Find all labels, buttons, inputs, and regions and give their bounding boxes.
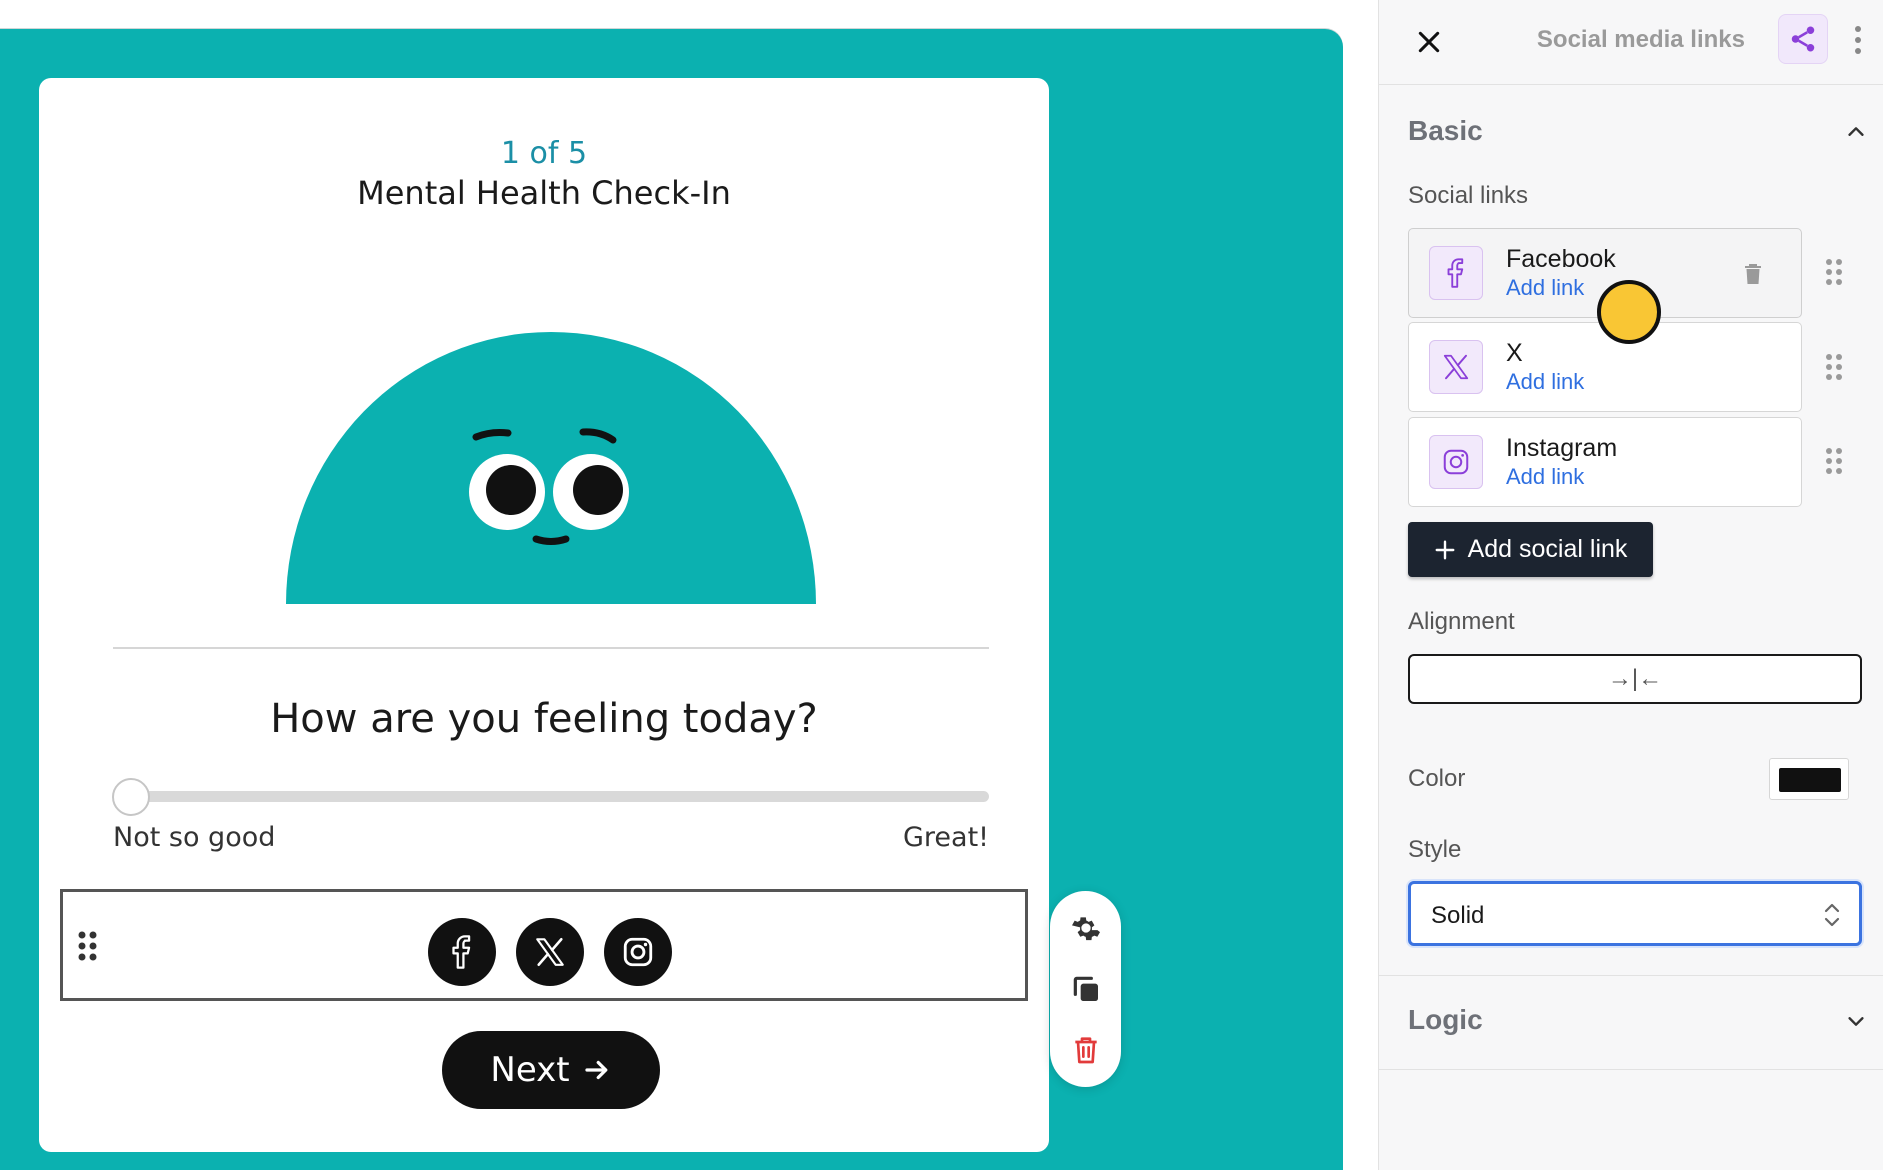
trash-icon[interactable] bbox=[1741, 261, 1765, 287]
copy-icon[interactable] bbox=[1050, 964, 1121, 1014]
style-select[interactable]: Solid bbox=[1408, 881, 1862, 946]
block-toolbar bbox=[1050, 891, 1121, 1087]
section-divider bbox=[1379, 1069, 1883, 1070]
settings-panel: Social media links Basic Social links Fa… bbox=[1378, 0, 1883, 1170]
slider-min-label: Not so good bbox=[113, 822, 276, 853]
add-link-button[interactable]: Add link bbox=[1506, 369, 1584, 395]
close-icon bbox=[1418, 31, 1440, 53]
style-label: Style bbox=[1408, 836, 1462, 863]
question-text: How are you feeling today? bbox=[270, 696, 818, 742]
section-basic-header[interactable]: Basic bbox=[1408, 115, 1483, 147]
slider-track[interactable] bbox=[114, 791, 989, 802]
social-links-label: Social links bbox=[1408, 182, 1529, 209]
section-divider bbox=[1379, 975, 1883, 976]
facebook-icon[interactable] bbox=[428, 918, 496, 986]
survey-title: Mental Health Check-In bbox=[357, 174, 731, 212]
section-logic-header[interactable]: Logic bbox=[1408, 1004, 1483, 1036]
social-icons-row bbox=[428, 918, 672, 986]
chevron-down-icon[interactable] bbox=[1841, 1006, 1871, 1036]
drag-handle-icon[interactable] bbox=[1823, 352, 1845, 382]
color-picker[interactable] bbox=[1769, 758, 1849, 800]
style-select-value: Solid bbox=[1431, 902, 1485, 929]
share-button[interactable] bbox=[1778, 14, 1828, 64]
trash-icon[interactable] bbox=[1050, 1025, 1121, 1075]
instagram-icon[interactable] bbox=[604, 918, 672, 986]
social-link-row-instagram[interactable]: Instagram Add link bbox=[1408, 417, 1802, 507]
kebab-icon bbox=[1855, 26, 1861, 54]
alignment-control[interactable]: →|← bbox=[1408, 654, 1862, 704]
social-link-name: X bbox=[1506, 339, 1523, 367]
x-icon[interactable] bbox=[516, 918, 584, 986]
social-link-row-x[interactable]: X Add link bbox=[1408, 322, 1802, 412]
drag-handle-icon[interactable] bbox=[1823, 446, 1845, 476]
social-link-name: Facebook bbox=[1506, 245, 1616, 273]
plus-icon bbox=[1435, 540, 1455, 559]
drag-handle-icon[interactable] bbox=[1823, 257, 1845, 287]
divider bbox=[113, 647, 989, 649]
arrow-right-icon bbox=[584, 1060, 607, 1080]
progress-indicator: 1 of 5 bbox=[500, 136, 588, 171]
panel-title: Social media links bbox=[1536, 26, 1745, 53]
editor-canvas: 1 of 5 Mental Health Check-In How are yo… bbox=[0, 0, 1378, 1170]
alignment-center-icon: →|← bbox=[1607, 665, 1663, 692]
add-link-button[interactable]: Add link bbox=[1506, 464, 1584, 490]
social-links-block[interactable] bbox=[60, 889, 1028, 1001]
facebook-icon bbox=[1429, 246, 1483, 300]
cursor-indicator bbox=[1597, 280, 1661, 344]
add-social-link-label: Add social link bbox=[1467, 535, 1628, 563]
more-options-button[interactable] bbox=[1843, 20, 1873, 60]
drag-handle-icon[interactable] bbox=[77, 930, 99, 962]
social-link-name: Instagram bbox=[1506, 434, 1618, 462]
chevron-up-icon[interactable] bbox=[1841, 117, 1871, 147]
select-caret-icon bbox=[1824, 903, 1840, 927]
next-button-label: Next bbox=[490, 1050, 570, 1090]
instagram-icon bbox=[1429, 435, 1483, 489]
color-swatch bbox=[1779, 768, 1841, 792]
add-social-link-button[interactable]: Add social link bbox=[1408, 522, 1653, 577]
x-icon bbox=[1429, 340, 1483, 394]
alignment-label: Alignment bbox=[1408, 608, 1515, 635]
slider-thumb[interactable] bbox=[112, 778, 150, 816]
survey-card: 1 of 5 Mental Health Check-In How are yo… bbox=[39, 78, 1049, 1152]
panel-header: Social media links bbox=[1379, 0, 1883, 85]
gear-icon[interactable] bbox=[1050, 903, 1121, 953]
mascot-illustration bbox=[286, 332, 816, 604]
next-button[interactable]: Next bbox=[442, 1031, 660, 1109]
add-link-button[interactable]: Add link bbox=[1506, 275, 1584, 301]
share-icon bbox=[1791, 26, 1815, 52]
close-button[interactable] bbox=[1409, 22, 1449, 62]
slider-max-label: Great! bbox=[903, 822, 989, 853]
color-label: Color bbox=[1408, 765, 1466, 792]
